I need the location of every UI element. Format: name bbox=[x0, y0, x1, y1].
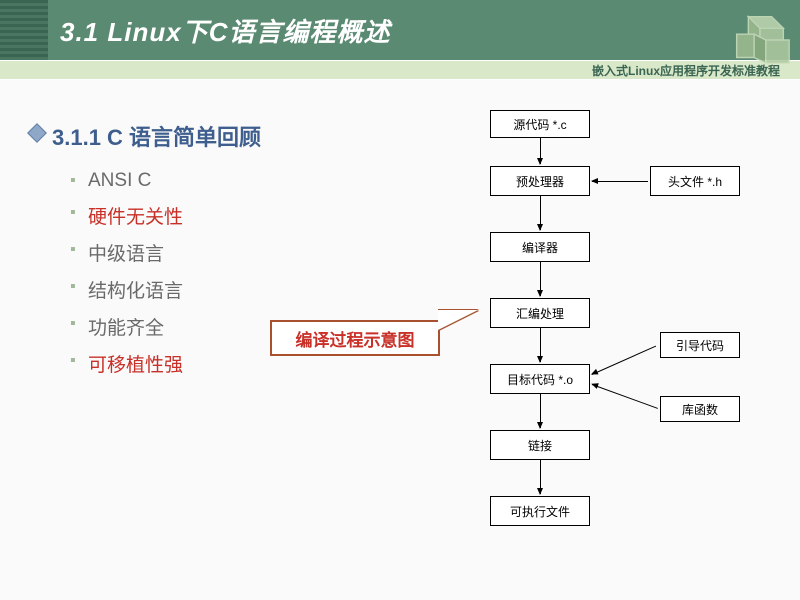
flow-node-header: 头文件 *.h bbox=[650, 166, 740, 196]
arrow-down-icon bbox=[540, 460, 541, 494]
callout-tail-icon bbox=[438, 310, 478, 330]
arrow-in-icon bbox=[592, 346, 656, 375]
list-item: ANSI C bbox=[70, 170, 330, 192]
flow-node-library: 库函数 bbox=[660, 396, 740, 422]
flow-node-object: 目标代码 *.o bbox=[490, 364, 590, 394]
flow-node-executable: 可执行文件 bbox=[490, 496, 590, 526]
diamond-icon bbox=[27, 123, 47, 143]
section-heading: 3.1.1 C 语言简单回顾 bbox=[30, 120, 330, 152]
flow-node-link: 链接 bbox=[490, 430, 590, 460]
sub-band: 嵌入式Linux应用程序开发标准教程 bbox=[0, 60, 800, 80]
slide-header: 3.1 Linux下C语言编程概述 bbox=[0, 0, 800, 60]
arrow-down-icon bbox=[540, 328, 541, 362]
flow-node-assembler: 汇编处理 bbox=[490, 298, 590, 328]
list-item: 结构化语言 bbox=[70, 276, 330, 303]
list-item: 硬件无关性 bbox=[70, 202, 330, 229]
arrow-left-icon bbox=[592, 181, 648, 182]
flow-node-compiler: 编译器 bbox=[490, 232, 590, 262]
arrow-down-icon bbox=[540, 196, 541, 230]
arrow-down-icon bbox=[540, 262, 541, 296]
slide-title: 3.1 Linux下C语言编程概述 bbox=[60, 12, 390, 49]
arrow-down-icon bbox=[540, 394, 541, 428]
header-decor bbox=[0, 0, 48, 60]
arrow-in-icon bbox=[592, 384, 658, 409]
list-item: 中级语言 bbox=[70, 239, 330, 266]
arrow-down-icon bbox=[540, 138, 541, 164]
callout-text: 编译过程示意图 bbox=[296, 326, 415, 351]
flowchart: 源代码 *.c 预处理器 头文件 *.h 编译器 汇编处理 目标代码 *.o 引… bbox=[460, 110, 790, 590]
cube-decor-icon bbox=[725, 5, 795, 75]
flow-node-bootstrap: 引导代码 bbox=[660, 332, 740, 358]
heading-text: 3.1.1 C 语言简单回顾 bbox=[52, 125, 261, 150]
flow-node-preprocessor: 预处理器 bbox=[490, 166, 590, 196]
callout-box: 编译过程示意图 bbox=[270, 320, 440, 356]
flow-node-source: 源代码 *.c bbox=[490, 110, 590, 138]
